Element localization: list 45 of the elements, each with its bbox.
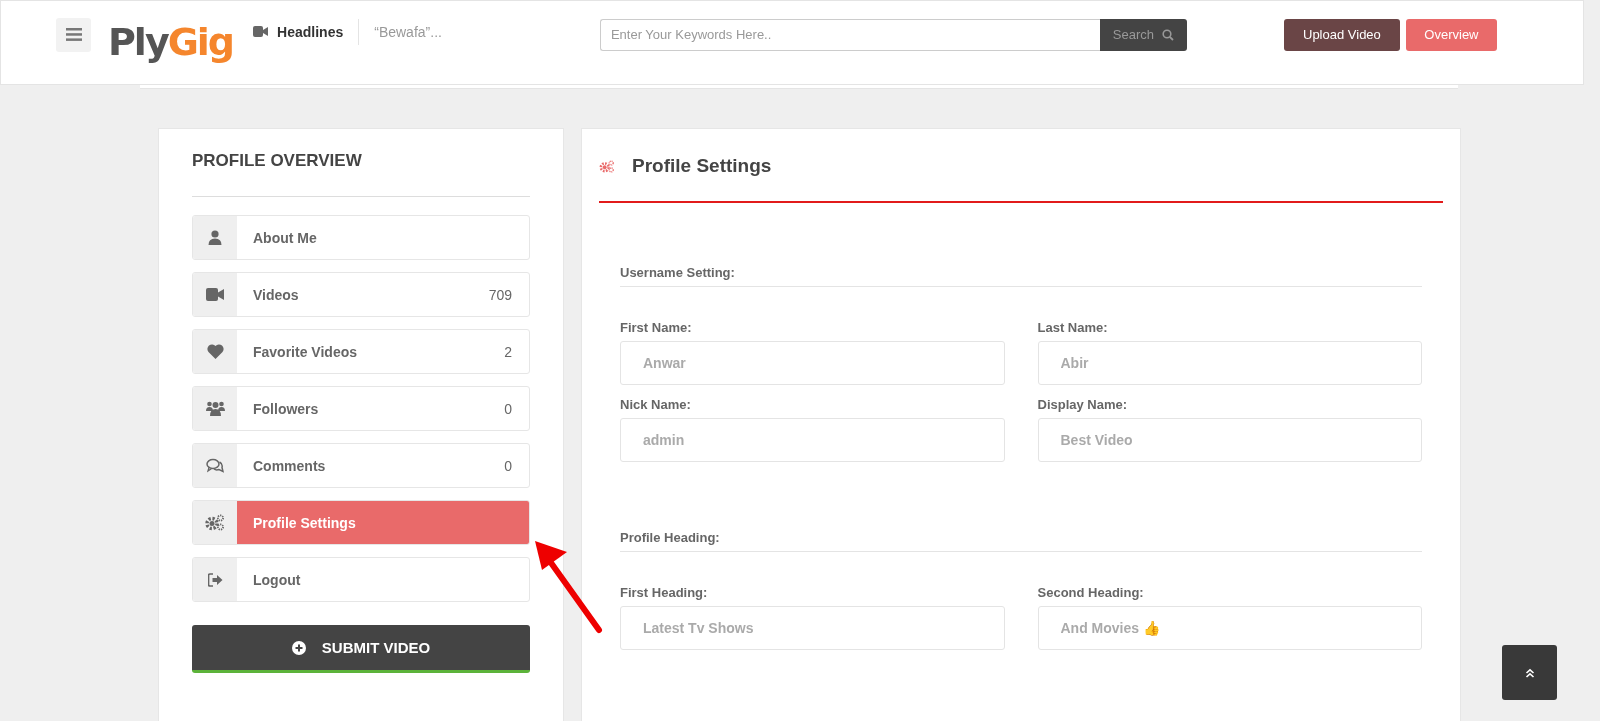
menu-icon bbox=[65, 28, 82, 41]
gears-icon bbox=[205, 514, 225, 531]
menu-button[interactable] bbox=[56, 17, 91, 52]
sidebar-item[interactable]: Logout bbox=[192, 557, 530, 602]
field-label: Nick Name: bbox=[620, 397, 692, 412]
field-label: Display Name: bbox=[1037, 397, 1129, 412]
text-field[interactable]: Best Video bbox=[1037, 418, 1422, 462]
headlines-label: Headlines bbox=[277, 23, 344, 40]
sidebar-item[interactable]: Comments 0 bbox=[192, 443, 530, 488]
video-camera-icon bbox=[253, 26, 269, 37]
double-chevron-up-icon bbox=[1524, 667, 1535, 678]
field-label: Last Name: bbox=[1037, 320, 1109, 335]
sidebar-item[interactable]: About Me bbox=[192, 215, 530, 260]
sidebar-item[interactable]: Followers 0 bbox=[192, 386, 530, 431]
upload-button[interactable]: Upload Video bbox=[1283, 18, 1400, 51]
headline-link[interactable]: “Bewafa”... bbox=[374, 23, 442, 40]
plus-circle-icon bbox=[291, 640, 306, 655]
sidebar-item[interactable]: Videos 709 bbox=[192, 272, 530, 317]
sidebar-title: PROFILE OVERVIEW bbox=[192, 151, 363, 171]
video-camera-icon bbox=[206, 288, 224, 301]
overview-button[interactable]: Overview bbox=[1405, 18, 1497, 51]
field-label: First Heading: bbox=[620, 585, 709, 600]
text-field[interactable]: And Movies 👍 bbox=[1037, 606, 1422, 650]
sidebar-item[interactable]: Favorite Videos 2 bbox=[192, 329, 530, 374]
search-icon bbox=[1162, 28, 1174, 41]
heart-icon bbox=[206, 344, 224, 359]
speech-bubbles-icon bbox=[206, 458, 224, 473]
user-icon bbox=[208, 230, 222, 245]
sidebar-item[interactable]: Profile Settings bbox=[192, 500, 530, 545]
section-title: Username Setting: bbox=[620, 265, 1422, 287]
settings-title: Profile Settings bbox=[632, 155, 772, 177]
submit-video-button[interactable]: SUBMIT VIDEO bbox=[192, 625, 530, 673]
site-logo[interactable]: PlyGig bbox=[108, 19, 234, 64]
gears-icon bbox=[599, 159, 615, 173]
text-field[interactable]: admin bbox=[620, 418, 1005, 462]
text-field[interactable]: Abir bbox=[1037, 341, 1422, 385]
field-label: Second Heading: bbox=[1037, 585, 1145, 600]
text-field[interactable]: Latest Tv Shows bbox=[620, 606, 1005, 650]
sign-out-icon bbox=[207, 572, 223, 587]
text-field[interactable]: Anwar bbox=[620, 341, 1005, 385]
search-button[interactable]: Search bbox=[1099, 18, 1187, 51]
people-icon bbox=[205, 401, 225, 416]
search-field[interactable]: Enter Your Keywords Here.. bbox=[599, 18, 1100, 51]
field-label: First Name: bbox=[620, 320, 693, 335]
section-title: Profile Heading: bbox=[620, 530, 1422, 552]
